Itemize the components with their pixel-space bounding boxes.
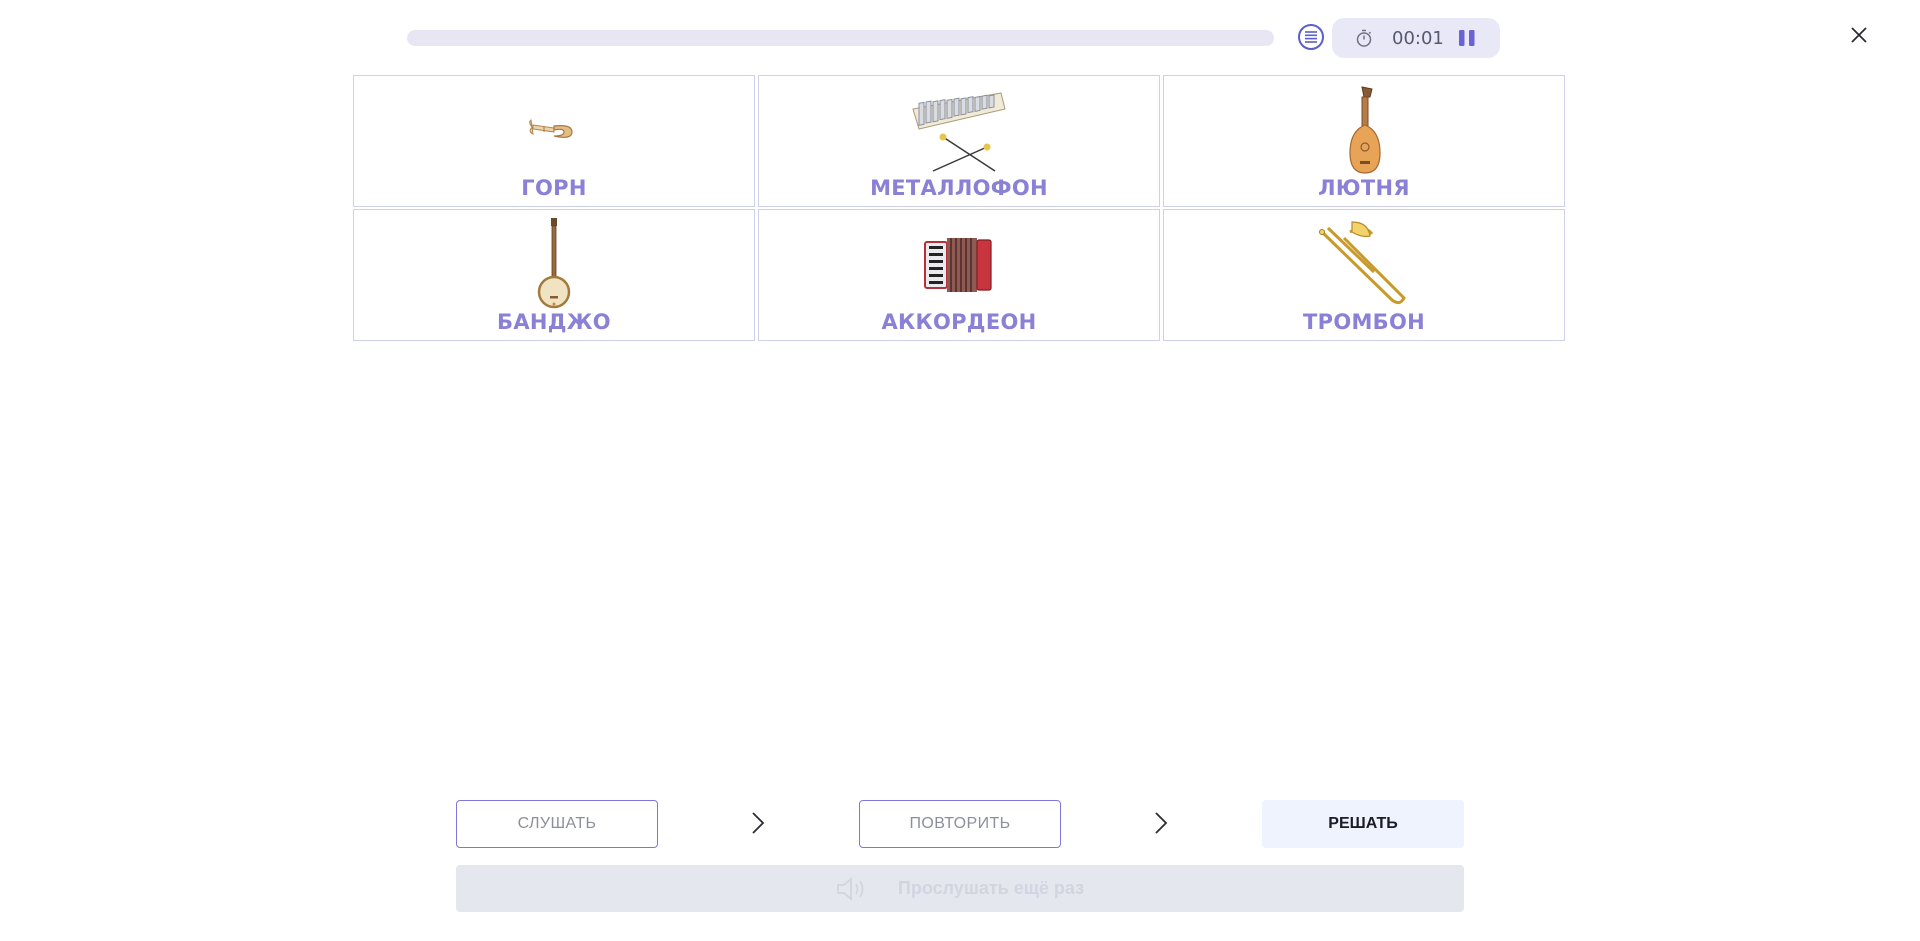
list-icon xyxy=(1305,31,1317,43)
listen-again-label: Прослушать ещё раз xyxy=(897,878,1085,898)
close-icon[interactable] xyxy=(1846,22,1872,48)
accordion-icon xyxy=(924,238,992,292)
bugle-icon xyxy=(529,119,573,138)
lute-icon xyxy=(1349,86,1381,174)
card-trombone[interactable]: ТРОМБОН xyxy=(1163,209,1565,341)
card-label: ТРОМБОН xyxy=(1303,310,1425,334)
chevron-right-icon xyxy=(752,812,765,834)
listen-again-button[interactable]: Прослушать ещё раз xyxy=(456,865,1464,912)
trombone-icon xyxy=(1319,221,1406,305)
card-label: МЕТАЛЛОФОН xyxy=(870,176,1048,200)
card-banjo[interactable]: БАНДЖО xyxy=(353,209,755,341)
timer-value: 00:01 xyxy=(1392,28,1444,49)
card-label: БАНДЖО xyxy=(497,310,611,334)
card-label: ГОРН xyxy=(521,176,587,200)
timer: 00:01 xyxy=(1332,18,1500,58)
task-list-button[interactable] xyxy=(1298,24,1324,50)
banjo-icon xyxy=(537,218,571,309)
stopwatch-icon xyxy=(1356,29,1372,47)
listen-button[interactable]: СЛУШАТЬ xyxy=(456,800,658,848)
repeat-button[interactable]: ПОВТОРИТЬ xyxy=(859,800,1061,848)
card-label: ЛЮТНЯ xyxy=(1318,176,1410,200)
progress-bar xyxy=(407,30,1274,46)
speaker-icon xyxy=(837,876,864,901)
card-bugle[interactable]: ГОРН xyxy=(353,75,755,207)
card-lute[interactable]: ЛЮТНЯ xyxy=(1163,75,1565,207)
instrument-grid: ГОРН МЕТАЛЛОФОН ЛЮТНЯ БАНДЖО АККОРДЕОН Т… xyxy=(353,75,1565,341)
metallophone-icon xyxy=(912,92,1006,172)
card-label: АККОРДЕОН xyxy=(881,310,1037,334)
solve-button[interactable]: РЕШАТЬ xyxy=(1262,800,1464,848)
chevron-right-icon xyxy=(1155,812,1168,834)
pause-icon[interactable] xyxy=(1456,28,1478,48)
card-metallophone[interactable]: МЕТАЛЛОФОН xyxy=(758,75,1160,207)
card-accordion[interactable]: АККОРДЕОН xyxy=(758,209,1160,341)
